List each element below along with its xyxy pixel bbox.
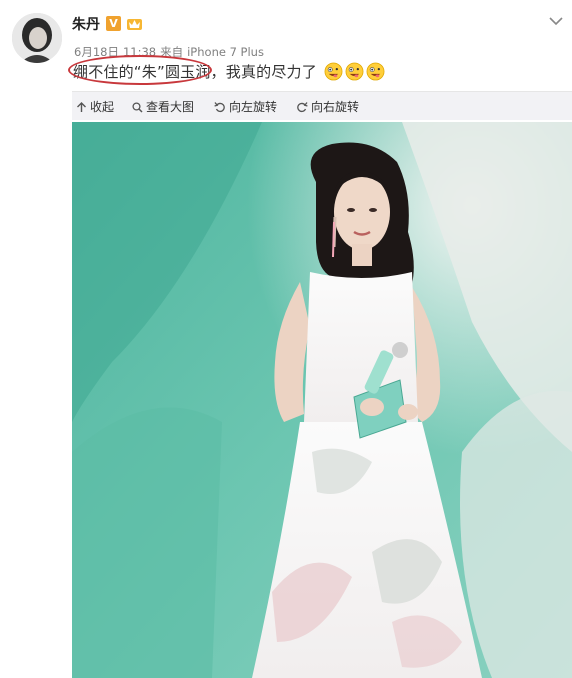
chevron-down-icon[interactable] [548, 12, 564, 26]
view-large-label: 查看大图 [146, 100, 195, 114]
photo-woman-on-stage [72, 122, 572, 678]
rotate-right-label: 向右旋转 [311, 100, 360, 114]
image-toolbar: 收起 查看大图 向左旋转 向右旋转 [72, 91, 572, 120]
post-text-content: 绷不住的“朱”圆玉润，我真的尽力了 [73, 63, 317, 81]
post-text: 绷不住的“朱”圆玉润，我真的尽力了 [73, 61, 385, 82]
collapse-label: 收起 [90, 100, 115, 114]
vip-crown-icon [126, 16, 143, 31]
verified-badge-icon: V [106, 16, 121, 31]
post-photo[interactable] [72, 122, 572, 678]
rotate-right-button[interactable]: 向右旋转 [296, 98, 359, 115]
avatar[interactable] [12, 13, 62, 63]
post-date[interactable]: 6月18日 [74, 45, 119, 59]
collapse-button[interactable]: 收起 [76, 98, 114, 115]
avatar-image [12, 13, 62, 63]
rotate-left-icon [214, 102, 225, 113]
crazy-face-emoji-icon [324, 62, 343, 81]
post-time[interactable]: 11:38 [123, 45, 156, 59]
magnifier-icon [132, 102, 143, 113]
source-prefix: 来自 [160, 45, 184, 59]
post-meta: 6月18日 11:38 来自 iPhone 7 Plus [74, 44, 268, 60]
username[interactable]: 朱丹 [72, 14, 100, 34]
rotate-left-label: 向左旋转 [229, 100, 278, 114]
collapse-arrow-icon [77, 102, 86, 112]
crazy-face-emoji-icon [366, 62, 385, 81]
view-large-button[interactable]: 查看大图 [132, 98, 194, 115]
rotate-left-button[interactable]: 向左旋转 [214, 98, 277, 115]
source-device[interactable]: iPhone 7 Plus [187, 45, 264, 59]
rotate-right-icon [297, 102, 308, 113]
crazy-face-emoji-icon [345, 62, 364, 81]
